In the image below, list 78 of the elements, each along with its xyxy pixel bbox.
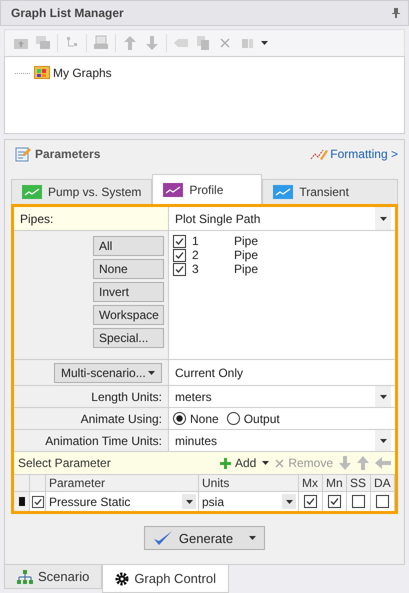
add-button[interactable]: Add (220, 456, 256, 470)
field-label: Animation Time Units: (45, 434, 162, 448)
radio-option[interactable]: None (173, 412, 219, 426)
gear-icon (115, 572, 130, 586)
caret-icon (249, 536, 256, 540)
pipe-id: 2 (192, 248, 200, 262)
scenario-value: Current Only (174, 366, 244, 380)
pencil-form-icon (15, 146, 31, 162)
checkbox[interactable] (328, 495, 341, 508)
tree-item[interactable]: My Graphs (53, 65, 112, 80)
up-arrow-icon[interactable] (357, 456, 369, 470)
column-header: Parameter (46, 475, 199, 492)
checkbox[interactable] (352, 495, 365, 508)
checkbox[interactable] (32, 496, 44, 508)
tree-line (15, 73, 31, 74)
radio-option[interactable]: Output (226, 412, 280, 426)
hierarchy-icon (17, 570, 33, 584)
left-arrow-icon[interactable] (375, 457, 391, 469)
pipe-type: Pipe (234, 262, 258, 276)
caret-icon (148, 370, 155, 374)
line-graph-icon (22, 185, 42, 199)
row-marker (18, 497, 24, 506)
tab[interactable]: Pump vs. System (11, 179, 152, 204)
dropdown[interactable]: Plot Single Path (173, 207, 391, 230)
caret-icon (380, 216, 386, 220)
select-button[interactable]: None (93, 259, 164, 279)
caret-icon (286, 500, 292, 504)
caret-icon (186, 500, 192, 504)
dropdown[interactable]: meters (173, 386, 391, 407)
units-dropdown[interactable]: psia (199, 492, 299, 511)
pin-icon[interactable] (392, 8, 400, 18)
select-button[interactable]: Workspace (93, 305, 164, 325)
dropdown-caret-icon (262, 461, 270, 465)
checkbox[interactable] (173, 262, 186, 276)
dropdown[interactable]: minutes (173, 430, 391, 451)
select-button[interactable]: All (93, 236, 164, 256)
parameter-dropdown[interactable]: Pressure Static (46, 492, 199, 511)
line-graph-icon (163, 182, 184, 196)
pencil-chart-icon (310, 147, 328, 161)
field-label: Pipes: (20, 212, 54, 226)
section-title: Parameters (35, 147, 100, 161)
close-icon (275, 458, 284, 468)
tab[interactable]: Profile (152, 174, 262, 204)
field-label: Animate Using: (80, 412, 162, 426)
generate-button[interactable]: Generate (144, 526, 266, 550)
tab[interactable]: Transient (262, 179, 398, 204)
caret-icon (380, 438, 386, 442)
column-header: DA (371, 475, 395, 492)
column-header: SS (347, 475, 371, 492)
down-arrow-icon[interactable] (339, 456, 351, 470)
pipe-id: 1 (192, 234, 200, 248)
select-button[interactable]: Special... (93, 328, 164, 348)
line-graph-icon (273, 185, 294, 199)
pipe-type: Pipe (234, 248, 258, 262)
pipe-type: Pipe (234, 234, 258, 248)
radio-button[interactable] (226, 412, 240, 425)
radio-button[interactable] (173, 412, 186, 425)
field-label: Length Units: (91, 390, 162, 404)
column-header: Units (199, 475, 299, 492)
tab[interactable]: Graph Control (102, 565, 229, 593)
select-button[interactable]: Invert (93, 282, 164, 302)
toolbar-title: Select Parameter (18, 456, 111, 470)
checkbox[interactable] (304, 495, 317, 508)
tab[interactable]: Scenario (4, 565, 102, 589)
column-header: Mn (323, 475, 347, 492)
multi-scenario-button[interactable]: Multi-scenario... (54, 362, 162, 382)
pipe-id: 3 (192, 262, 200, 276)
plus-icon (220, 458, 231, 468)
graph-folder-icon (34, 65, 50, 79)
dropdown-caret-icon (261, 41, 268, 45)
checkmark-icon (152, 530, 173, 546)
checkbox[interactable] (376, 495, 389, 508)
caret-icon (380, 394, 386, 398)
panel-title: Graph List Manager (0, 0, 409, 26)
checkbox[interactable] (173, 234, 186, 248)
column-header: Mx (299, 475, 323, 492)
checkbox[interactable] (173, 248, 186, 262)
formatting-link[interactable]: Formatting > (310, 147, 398, 161)
